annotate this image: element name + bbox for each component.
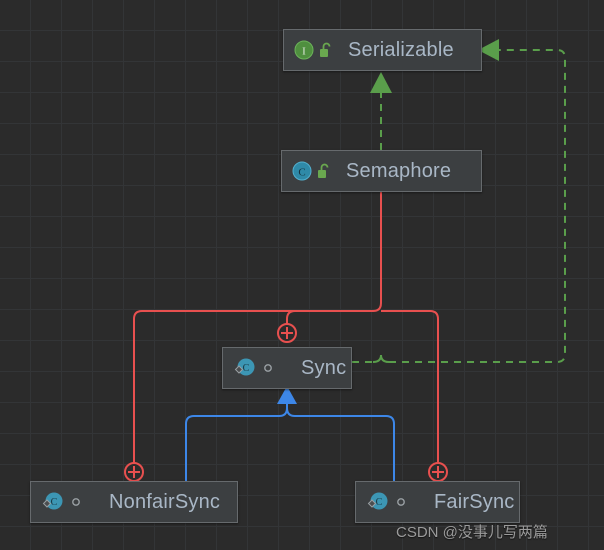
arrowhead-serializable-from-semaphore xyxy=(370,72,392,93)
node-semaphore-label: Semaphore xyxy=(346,159,452,182)
node-nonfairsync-label: NonfairSync xyxy=(109,490,221,513)
watermark-text: CSDN @没事儿写两篇 xyxy=(396,524,548,541)
inner-class-icon: C xyxy=(42,492,63,510)
svg-text:C: C xyxy=(243,363,250,374)
package-private-dot-icon xyxy=(397,498,405,506)
edge-generalization-blue xyxy=(185,400,395,481)
node-sync-label: Sync xyxy=(301,356,347,379)
svg-text:C: C xyxy=(298,167,305,179)
node-fairsync-label: FairSync xyxy=(434,490,515,513)
unlocked-padlock-icon xyxy=(318,163,329,178)
edge-layer xyxy=(124,39,566,482)
node-serializable-icons: I xyxy=(294,40,334,60)
expand-marker-nonfairsync[interactable] xyxy=(124,462,144,482)
expand-marker-sync[interactable] xyxy=(277,323,297,343)
package-private-dot-icon xyxy=(264,364,272,372)
inner-class-icon: C xyxy=(234,358,255,376)
node-nonfairsync[interactable]: C NonfairSync xyxy=(30,481,238,523)
diagram-canvas[interactable]: I Serializable C Semaphore C Sync C Nonf… xyxy=(0,0,604,550)
node-nonfairsync-icons: C xyxy=(41,491,83,513)
class-icon: C xyxy=(292,161,312,181)
interface-icon: I xyxy=(294,40,314,60)
svg-text:C: C xyxy=(376,497,383,508)
node-fairsync-icons: C xyxy=(366,491,408,513)
expand-marker-fairsync[interactable] xyxy=(428,462,448,482)
edge-sync-green-jump xyxy=(372,354,390,363)
node-sync-icons: C xyxy=(233,357,275,379)
node-fairsync[interactable]: C FairSync xyxy=(355,481,520,523)
node-sync[interactable]: C Sync xyxy=(222,347,352,389)
edge-fairsync-to-sync xyxy=(286,400,395,481)
edge-sync-leg xyxy=(286,310,296,325)
svg-text:I: I xyxy=(302,46,306,58)
unlocked-padlock-icon xyxy=(320,42,331,57)
edge-nonfairsync-to-sync xyxy=(185,400,288,481)
node-semaphore[interactable]: C Semaphore xyxy=(281,150,482,192)
node-semaphore-icons: C xyxy=(292,161,332,181)
node-serializable-label: Serializable xyxy=(348,38,454,61)
edge-sync-green-run xyxy=(389,49,566,363)
edge-sync-realizes-serializable xyxy=(352,49,566,363)
inner-class-icon: C xyxy=(367,492,388,510)
edge-semaphore-trunk xyxy=(372,192,382,312)
node-serializable[interactable]: I Serializable xyxy=(283,29,482,71)
svg-text:C: C xyxy=(51,497,58,508)
package-private-dot-icon xyxy=(72,498,80,506)
edge-bus-right xyxy=(381,310,439,464)
